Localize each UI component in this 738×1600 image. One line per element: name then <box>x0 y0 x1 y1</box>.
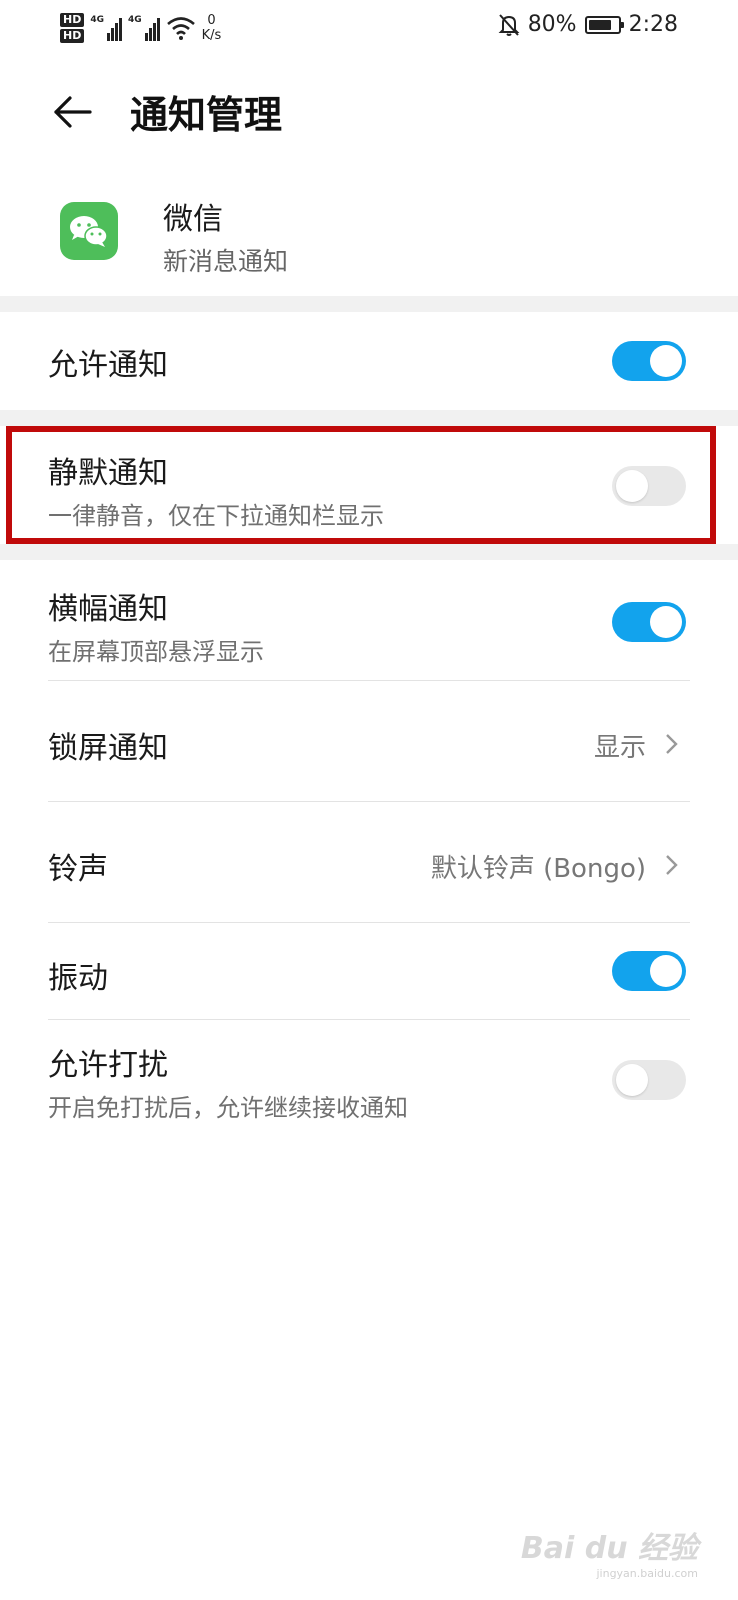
setting-value: 默认铃声 (Bongo) <box>430 854 646 884</box>
chevron-right-icon <box>666 734 678 754</box>
setting-label: 振动 <box>48 961 108 996</box>
wechat-logo-icon <box>70 216 108 247</box>
page-title: 通知管理 <box>130 93 283 137</box>
signal-icon-sim1: 4G <box>90 15 122 41</box>
vibration-toggle[interactable] <box>612 951 686 991</box>
app-info: 微信 新消息通知 <box>0 178 738 296</box>
setting-label: 横幅通知 <box>48 592 168 627</box>
setting-ringtone[interactable]: 铃声 默认铃声 (Bongo) <box>0 802 738 922</box>
setting-allow-dnd[interactable]: 允许打扰 开启免打扰后，允许继续接收通知 <box>0 1020 738 1138</box>
wechat-app-icon <box>60 202 118 260</box>
section-gap <box>0 410 738 426</box>
battery-fill <box>588 19 611 30</box>
status-left: HD HD 4G 4G 0 K/s <box>60 8 221 48</box>
setting-description: 在屏幕顶部悬浮显示 <box>48 638 264 666</box>
section-gap <box>0 296 738 312</box>
allow-notifications-toggle[interactable] <box>612 341 686 381</box>
speed-unit: K/s <box>201 28 222 43</box>
status-right: 80% 2:28 <box>498 12 678 37</box>
highlight-box <box>6 426 716 544</box>
clock: 2:28 <box>628 12 678 37</box>
battery-icon <box>584 15 624 34</box>
hd-badge-1: HD <box>60 13 85 27</box>
setting-label: 允许通知 <box>48 348 168 383</box>
watermark: Bai du 经验 jingyan.baidu.com <box>521 1523 698 1580</box>
hd-indicators: HD HD <box>60 13 85 43</box>
network-speed: 0 K/s <box>202 13 222 43</box>
chevron-right-icon <box>666 855 678 875</box>
watermark-text: Bai du 经验 <box>520 1531 698 1566</box>
setting-allow-notifications[interactable]: 允许通知 <box>0 312 738 410</box>
setting-label: 铃声 <box>48 852 108 887</box>
back-arrow-icon[interactable] <box>50 90 94 134</box>
setting-description: 开启免打扰后，允许继续接收通知 <box>48 1094 408 1122</box>
network-type-1: 4G <box>90 15 104 25</box>
banner-notifications-toggle[interactable] <box>612 602 686 642</box>
status-bar: HD HD 4G 4G 0 K/s 80% 2:28 <box>0 0 738 56</box>
setting-label: 锁屏通知 <box>48 731 168 766</box>
hd-badge-2: HD <box>60 29 85 43</box>
app-subtitle: 新消息通知 <box>163 247 289 276</box>
bell-muted-icon <box>498 13 520 36</box>
battery-percent: 80% <box>527 12 577 37</box>
setting-lock-screen[interactable]: 锁屏通知 显示 <box>0 681 738 801</box>
network-type-2: 4G <box>128 15 142 25</box>
speed-value: 0 <box>207 13 216 28</box>
signal-icon-sim2: 4G <box>128 15 160 41</box>
setting-value: 显示 <box>593 733 646 763</box>
top-app-bar: 通知管理 <box>0 72 738 152</box>
app-name: 微信 <box>163 202 223 237</box>
allow-dnd-toggle[interactable] <box>612 1060 686 1100</box>
setting-banner-notifications[interactable]: 横幅通知 在屏幕顶部悬浮显示 <box>0 560 738 680</box>
wifi-icon <box>166 17 195 40</box>
setting-vibration[interactable]: 振动 <box>0 923 738 1019</box>
section-gap <box>0 544 738 560</box>
watermark-sub: jingyan.baidu.com <box>596 1567 698 1580</box>
setting-label: 允许打扰 <box>48 1048 168 1083</box>
